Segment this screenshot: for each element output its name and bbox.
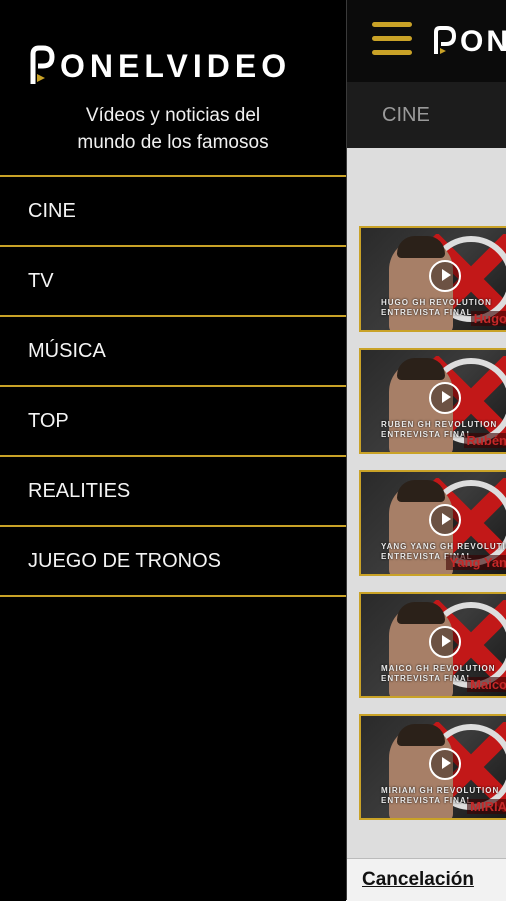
video-caption: YANG YANG GH REVOLUTION <box>381 542 506 551</box>
hamburger-menu-icon[interactable] <box>372 22 412 58</box>
video-caption: RUBEN GH REVOLUTION <box>381 420 498 429</box>
video-name: Maico <box>467 677 506 692</box>
video-name: Rubén <box>463 433 506 448</box>
video-card[interactable]: RUBEN GH REVOLUTION ENTREVISTA FINAL Rub… <box>359 348 506 454</box>
menu-item-tv[interactable]: TV <box>0 245 346 315</box>
video-caption: MIRIAM GH REVOLUTION <box>381 786 500 795</box>
app-logo-text: ON <box>460 25 506 58</box>
menu-item-label: TOP <box>28 410 69 432</box>
menu-item-label: JUEGO DE TRONOS <box>28 550 221 572</box>
tab-cine[interactable]: CINE <box>382 104 430 127</box>
navigation-drawer: ONELVIDEO Vídeos y noticias del mundo de… <box>0 0 347 900</box>
video-card[interactable]: MIRIAM GH REVOLUTION ENTREVISTA FINAL MI… <box>359 714 506 820</box>
menu-item-musica[interactable]: MÚSICA <box>0 315 346 385</box>
menu-item-label: MÚSICA <box>28 340 106 362</box>
video-subcaption: ENTREVISTA FINAL <box>381 796 473 805</box>
app-logo: ON <box>432 24 506 60</box>
video-caption: HUGO GH REVOLUTION <box>381 298 492 307</box>
video-name: Yang Yan <box>446 555 506 570</box>
drawer-logo: ONELVIDEO <box>28 44 291 88</box>
menu-item-cine[interactable]: CINE <box>0 175 346 245</box>
menu-item-label: REALITIES <box>28 480 131 502</box>
drawer-menu: CINE TV MÚSICA TOP REALITIES JUEGO DE TR… <box>0 175 346 597</box>
play-icon[interactable] <box>429 748 461 780</box>
category-tabs: CINE <box>346 82 506 148</box>
video-subcaption: ENTREVISTA FINAL <box>381 674 473 683</box>
video-subcaption: ENTREVISTA FINAL <box>381 308 473 317</box>
play-icon[interactable] <box>429 260 461 292</box>
drawer-logo-text: ONELVIDEO <box>60 48 292 84</box>
menu-item-top[interactable]: TOP <box>0 385 346 455</box>
tagline-line1: Vídeos y noticias del <box>85 105 261 126</box>
menu-item-juego-de-tronos[interactable]: JUEGO DE TRONOS <box>0 525 346 597</box>
logo-p-icon <box>432 26 458 58</box>
play-icon[interactable] <box>429 504 461 536</box>
video-card[interactable]: HUGO GH REVOLUTION ENTREVISTA FINAL Hugo <box>359 226 506 332</box>
menu-item-realities[interactable]: REALITIES <box>0 455 346 525</box>
video-list: HUGO GH REVOLUTION ENTREVISTA FINAL Hugo… <box>359 226 506 836</box>
cancel-link[interactable]: Cancelación <box>362 869 474 891</box>
menu-item-label: CINE <box>28 200 76 222</box>
video-card[interactable]: YANG YANG GH REVOLUTION ENTREVISTA FINAL… <box>359 470 506 576</box>
video-card[interactable]: MAICO GH REVOLUTION ENTREVISTA FINAL Mai… <box>359 592 506 698</box>
menu-item-label: TV <box>28 270 54 292</box>
video-name: MIRIA <box>467 799 506 814</box>
video-caption: MAICO GH REVOLUTION <box>381 664 496 673</box>
bottom-bar: Cancelación <box>346 858 506 901</box>
tagline: Vídeos y noticias del mundo de los famos… <box>0 102 346 156</box>
video-subcaption: ENTREVISTA FINAL <box>381 430 473 439</box>
video-name: Hugo <box>470 311 506 326</box>
tagline-line2: mundo de los famosos <box>77 132 269 153</box>
play-icon[interactable] <box>429 626 461 658</box>
play-icon[interactable] <box>429 382 461 414</box>
logo-p-icon <box>28 44 56 88</box>
